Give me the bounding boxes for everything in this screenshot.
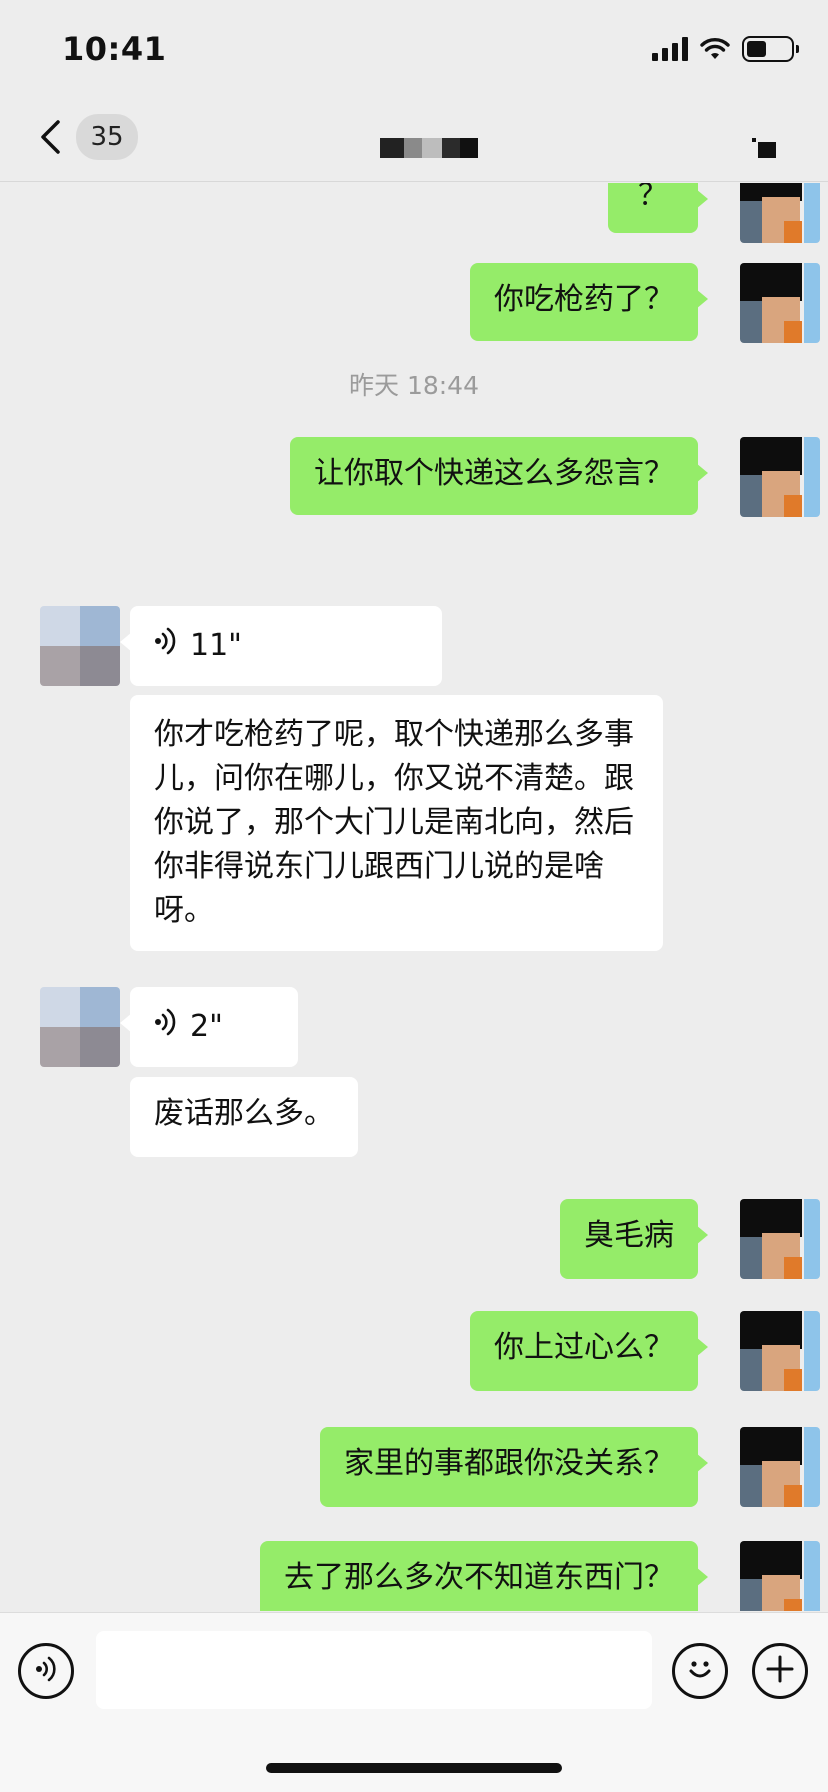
my-avatar[interactable] xyxy=(740,1199,820,1279)
emoji-button[interactable] xyxy=(672,1643,728,1699)
my-avatar[interactable] xyxy=(740,437,820,517)
home-indicator[interactable] xyxy=(266,1763,562,1773)
contact-avatar[interactable] xyxy=(40,606,120,686)
plus-icon xyxy=(765,1654,795,1688)
voice-wave-icon xyxy=(154,625,178,667)
battery-level xyxy=(747,41,766,57)
message-bubble[interactable]: 臭毛病 xyxy=(560,1199,708,1279)
voice-message[interactable]: 11" xyxy=(120,606,442,686)
chat-title-redacted xyxy=(380,138,478,158)
emoji-icon xyxy=(683,1652,717,1690)
message-bubble[interactable]: 你才吃枪药了呢，取个快递那么多事儿，问你在哪儿，你又说不清楚。跟你说了，那个大门… xyxy=(130,695,663,951)
more-icon[interactable] xyxy=(750,136,780,162)
message-bubble[interactable]: 家里的事都跟你没关系？ xyxy=(320,1427,708,1507)
status-time: 10:41 xyxy=(62,30,167,68)
voice-duration: 2" xyxy=(190,1009,223,1044)
unread-count-badge: 35 xyxy=(76,114,138,160)
contact-avatar[interactable] xyxy=(40,987,120,1067)
wifi-icon xyxy=(700,37,730,61)
message-bubble[interactable]: 你吃枪药了？ xyxy=(470,263,708,341)
my-avatar[interactable] xyxy=(740,263,820,343)
message-bubble[interactable]: 去了那么多次不知道东西门？ xyxy=(260,1541,708,1611)
status-bar: 10:41 xyxy=(0,0,828,100)
my-avatar[interactable] xyxy=(740,183,820,243)
chat-header: 35 xyxy=(0,100,828,182)
voice-input-icon xyxy=(33,1655,59,1687)
status-icons xyxy=(652,36,799,62)
my-avatar[interactable] xyxy=(740,1311,820,1391)
signal-bars-icon xyxy=(652,37,688,61)
back-button[interactable]: 35 xyxy=(28,114,138,160)
chevron-left-icon xyxy=(28,115,72,159)
message-bubble[interactable]: 让你取个快递这么多怨言？ xyxy=(290,437,708,515)
message-bubble[interactable]: ？ xyxy=(608,183,708,233)
message-bubble[interactable]: 废话那么多。 xyxy=(130,1077,358,1157)
input-bar xyxy=(0,1612,828,1792)
battery-icon xyxy=(742,36,799,62)
chat-messages[interactable]: ？ 你吃枪药了？ 昨天 18:44 让你取个快递这么多怨言？ 11" 你才吃枪药… xyxy=(0,183,828,1611)
message-bubble[interactable]: 你上过心么？ xyxy=(470,1311,708,1391)
voice-duration: 11" xyxy=(190,628,242,663)
my-avatar[interactable] xyxy=(740,1541,820,1611)
message-timestamp: 昨天 18:44 xyxy=(349,371,479,400)
plus-button[interactable] xyxy=(752,1643,808,1699)
my-avatar[interactable] xyxy=(740,1427,820,1507)
voice-input-button[interactable] xyxy=(18,1643,74,1699)
voice-message[interactable]: 2" xyxy=(120,987,298,1067)
voice-wave-icon xyxy=(154,1006,178,1048)
message-input[interactable] xyxy=(96,1631,652,1709)
